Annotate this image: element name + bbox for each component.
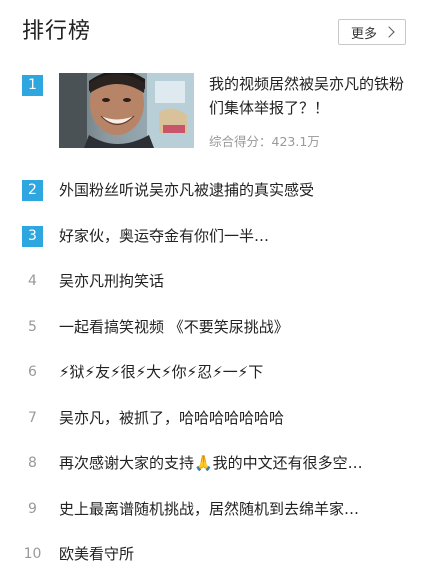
more-button[interactable]: 更多 bbox=[338, 19, 406, 45]
thumbnail-image bbox=[59, 73, 194, 148]
ranking-item-title[interactable]: 再次感谢大家的支持🙏我的中文还有很多空… bbox=[59, 451, 409, 475]
rank-badge: 3 bbox=[22, 225, 43, 247]
chevron-right-icon bbox=[383, 26, 395, 38]
ranking-item[interactable]: 10 欧美看守所 bbox=[0, 532, 429, 578]
ranking-item-title[interactable]: 外国粉丝听说吴亦凡被逮捕的真实感受 bbox=[59, 178, 409, 202]
ranking-header: 排行榜 更多 bbox=[0, 0, 429, 64]
rank-number: 7 bbox=[28, 409, 37, 426]
rank-number: 8 bbox=[28, 455, 37, 471]
ranking-item-title[interactable]: 吴亦凡，被抓了，哈哈哈哈哈哈哈 bbox=[59, 406, 409, 430]
ranking-item[interactable]: 4 吴亦凡刑拘笑话 bbox=[0, 259, 429, 305]
page-title: 排行榜 bbox=[22, 19, 92, 44]
rank-number: 5 bbox=[28, 318, 37, 335]
ranking-item-title[interactable]: 好家伙，奥运夺金有你们一半… bbox=[59, 224, 409, 248]
ranking-item-title[interactable]: 史上最离谱随机挑战，居然随机到去绵羊家… bbox=[59, 497, 409, 521]
ranking-item[interactable]: 5 一起看搞笑视频 《不要笑尿挑战》 bbox=[0, 305, 429, 351]
video-thumbnail[interactable] bbox=[59, 73, 194, 148]
ranking-item-title[interactable]: 一起看搞笑视频 《不要笑尿挑战》 bbox=[59, 315, 409, 339]
ranking-item-featured[interactable]: 1 我的视频居然被吴亦凡的铁粉们集体举报了？！ 综合得分：423.1万 bbox=[0, 68, 429, 154]
more-button-label: 更多 bbox=[350, 26, 377, 42]
rank-number: 4 bbox=[28, 273, 37, 289]
ranking-item[interactable]: 2 外国粉丝听说吴亦凡被逮捕的真实感受 bbox=[0, 168, 429, 214]
featured-score: 综合得分：423.1万 bbox=[209, 134, 320, 149]
rank-badge: 1 bbox=[22, 75, 43, 96]
rank-number: 6 bbox=[28, 364, 37, 380]
ranking-item-title[interactable]: 欧美看守所 bbox=[59, 542, 409, 566]
featured-video-title[interactable]: 我的视频居然被吴亦凡的铁粉们集体举报了？！ bbox=[209, 72, 409, 120]
rank-number: 10 bbox=[23, 546, 42, 562]
ranking-item[interactable]: 8 再次感谢大家的支持🙏我的中文还有很多空… bbox=[0, 441, 429, 487]
ranking-item[interactable]: 9 史上最离谱随机挑战，居然随机到去绵羊家… bbox=[0, 487, 429, 533]
rank-number: 9 bbox=[28, 500, 37, 517]
ranking-list: 1 我的视频居然被吴亦凡的铁粉们集体举报了？！ 综合得分：423.1万 2 外国… bbox=[0, 68, 429, 578]
ranking-item[interactable]: 6 ⚡狱⚡友⚡很⚡大⚡你⚡忍⚡一⚡下 bbox=[0, 350, 429, 396]
ranking-item[interactable]: 7 吴亦凡，被抓了，哈哈哈哈哈哈哈 bbox=[0, 396, 429, 442]
ranking-item[interactable]: 3 好家伙，奥运夺金有你们一半… bbox=[0, 214, 429, 260]
ranking-item-title[interactable]: ⚡狱⚡友⚡很⚡大⚡你⚡忍⚡一⚡下 bbox=[59, 360, 409, 384]
rank-badge: 2 bbox=[22, 180, 43, 201]
ranking-item-title[interactable]: 吴亦凡刑拘笑话 bbox=[59, 269, 409, 293]
